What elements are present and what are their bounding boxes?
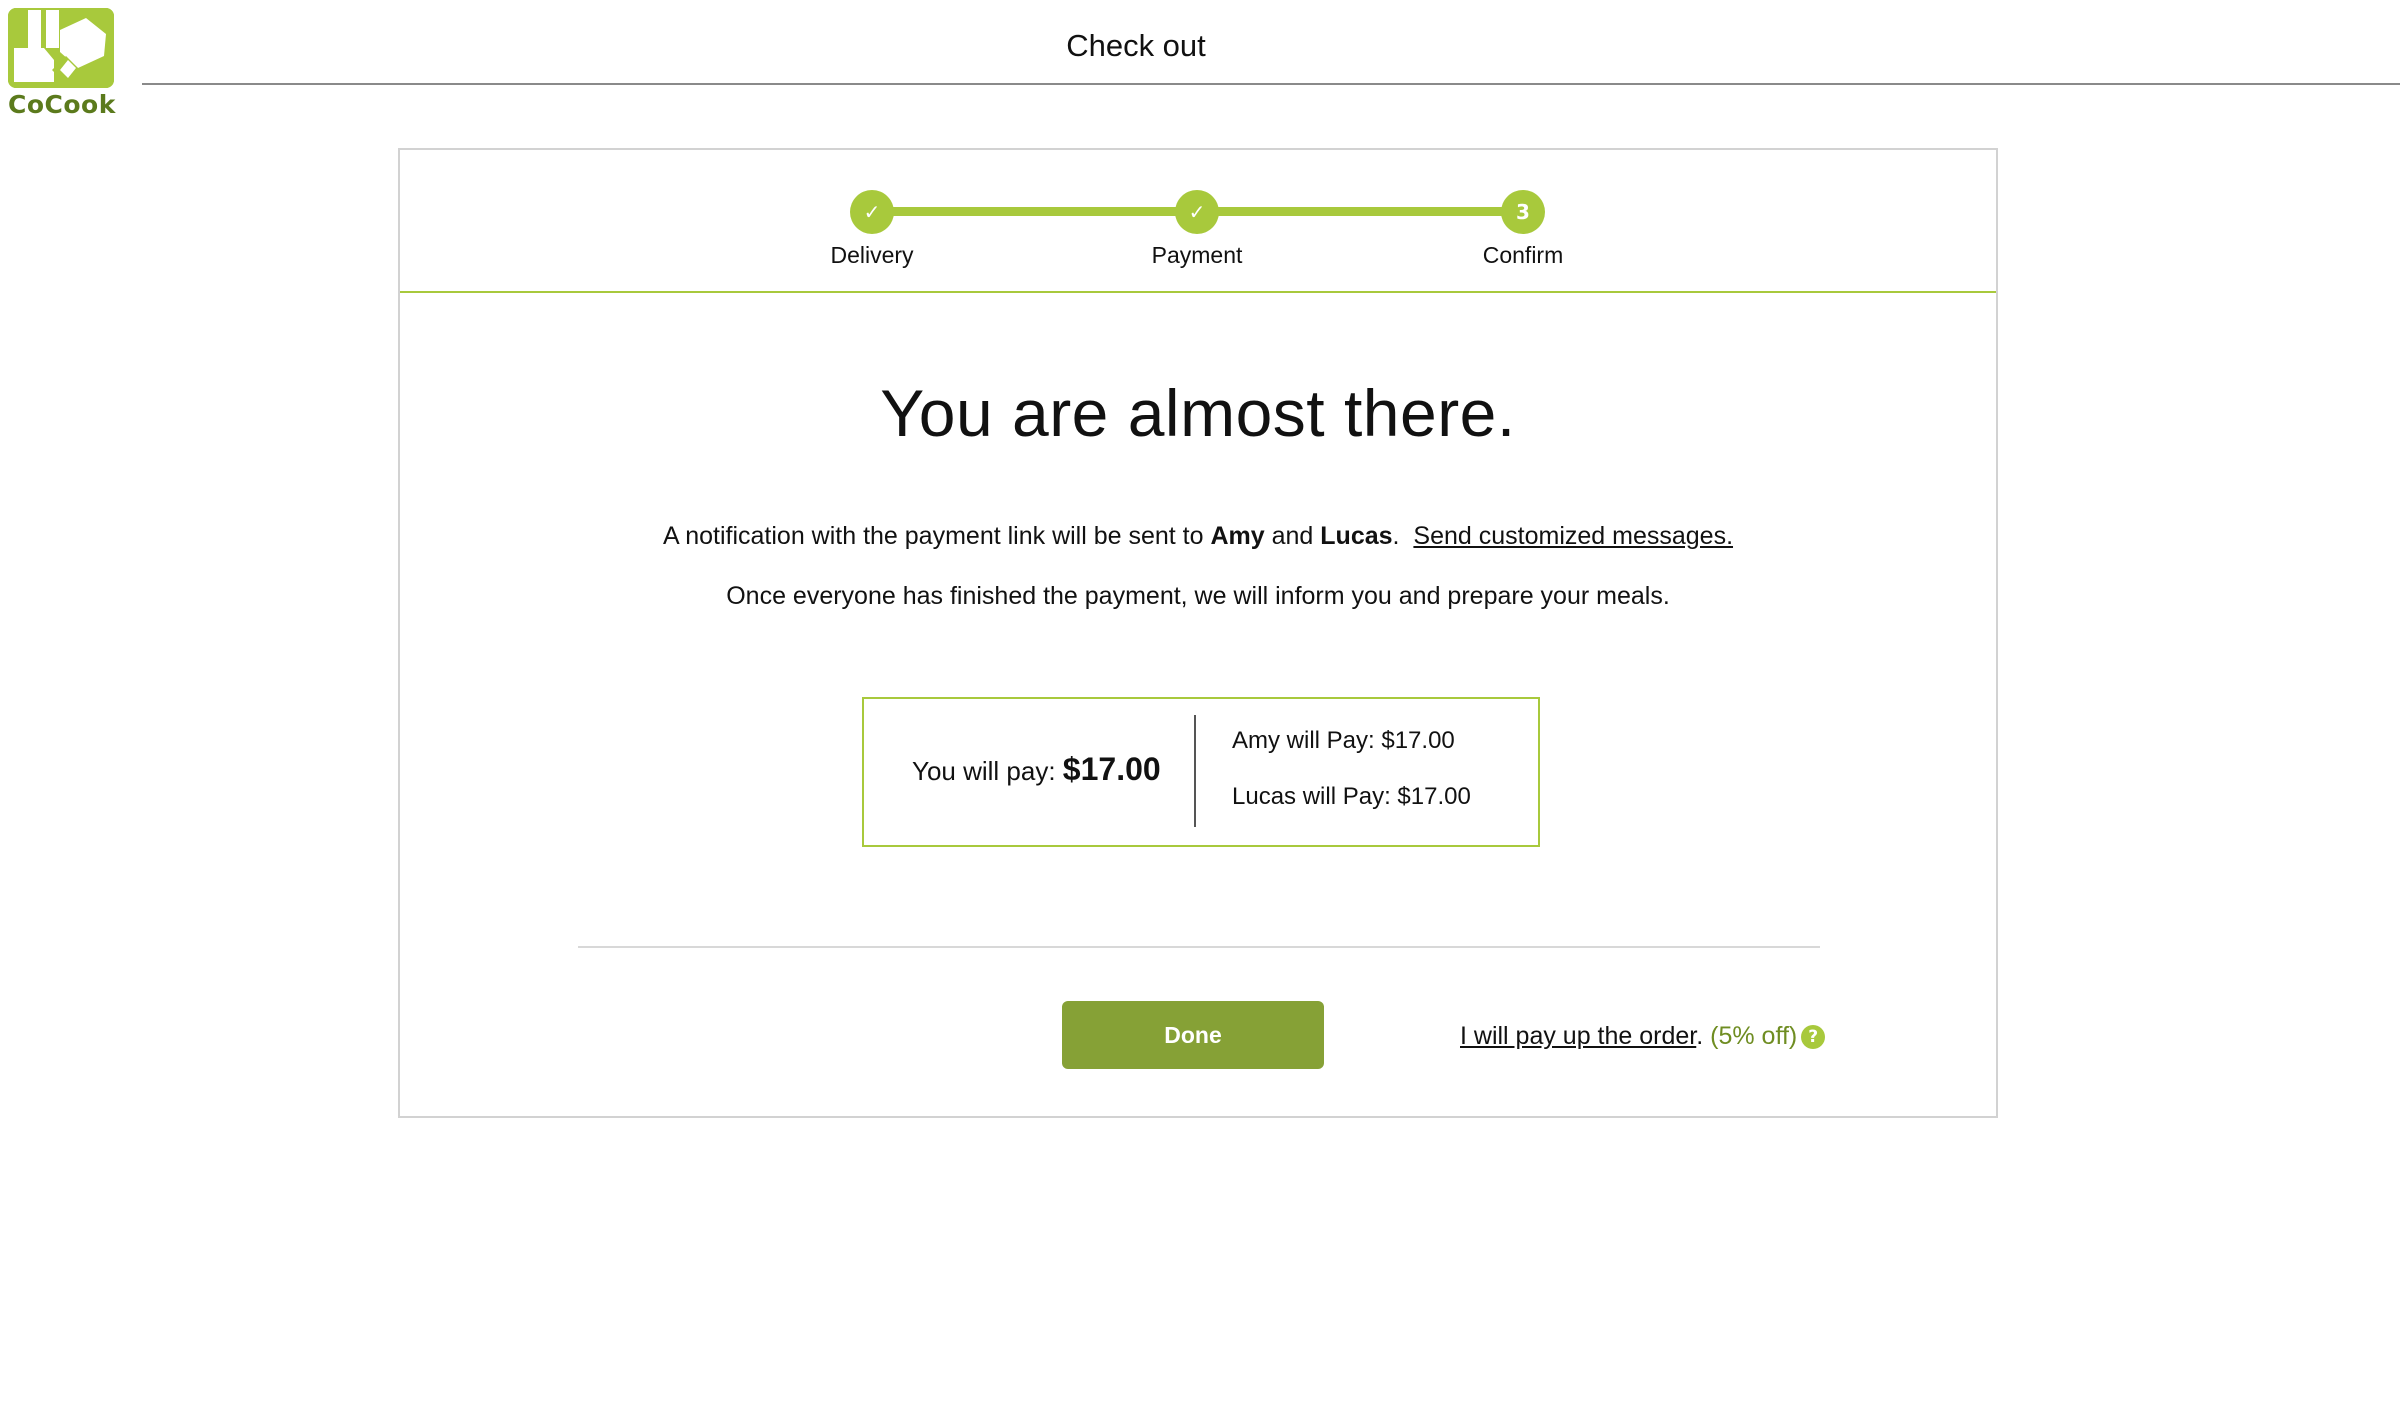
- notification-and: and: [1264, 522, 1321, 550]
- cocook-logo-icon: [8, 8, 114, 88]
- step-delivery-label[interactable]: Delivery: [782, 242, 962, 269]
- stepper-connector: [1202, 207, 1532, 216]
- notification-prefix: A notification with the payment link wil…: [662, 522, 1211, 550]
- page-headline: You are almost there.: [880, 376, 1516, 450]
- step-payment-check-icon[interactable]: ✓: [1175, 190, 1219, 234]
- notification-text: A notification with the payment link wil…: [400, 522, 1996, 551]
- logo-wordmark: CoCook: [8, 90, 116, 119]
- payment-divider: [1194, 715, 1196, 827]
- payment-summary-box: You will pay: $17.00 Amy will Pay: $17.0…: [862, 697, 1540, 847]
- checkout-card: ✓ Delivery ✓ Payment 3 Confirm You are a…: [398, 148, 1998, 1118]
- self-payment-amount: $17.00: [1062, 751, 1161, 787]
- stepper-connector: [872, 207, 1202, 216]
- self-payment: You will pay: $17.00: [912, 751, 1161, 788]
- self-payment-label: You will pay:: [912, 756, 1063, 786]
- pay-up-period: .: [1696, 1022, 1704, 1050]
- done-button[interactable]: Done: [1062, 1001, 1324, 1069]
- checkout-stepper: ✓ Delivery ✓ Payment 3 Confirm: [400, 150, 1996, 293]
- step-delivery-check-icon[interactable]: ✓: [850, 190, 894, 234]
- participant-payment: Lucas will Pay: $17.00: [1232, 783, 1471, 810]
- discount-text: (5% off): [1710, 1022, 1798, 1050]
- section-divider: [578, 946, 1820, 948]
- pay-up-option: I will pay up the order. (5% off)?: [1460, 1022, 1826, 1051]
- send-customized-messages-link[interactable]: Send customized messages.: [1413, 522, 1733, 550]
- help-icon[interactable]: ?: [1801, 1025, 1826, 1050]
- recipient-name: Amy: [1210, 522, 1265, 550]
- notification-period: .: [1392, 522, 1400, 550]
- page-title: Check out: [1066, 28, 1206, 63]
- participant-payment: Amy will Pay: $17.00: [1232, 727, 1455, 754]
- inform-text: Once everyone has finished the payment, …: [726, 582, 1670, 610]
- step-payment-label[interactable]: Payment: [1107, 242, 1287, 269]
- recipient-name: Lucas: [1320, 522, 1393, 550]
- cocook-logo[interactable]: CoCook: [8, 8, 116, 119]
- header-divider: [142, 83, 2400, 85]
- step-confirm-label: Confirm: [1482, 242, 1564, 268]
- step-confirm-number: 3: [1501, 190, 1545, 234]
- pay-up-order-link[interactable]: I will pay up the order: [1460, 1022, 1696, 1050]
